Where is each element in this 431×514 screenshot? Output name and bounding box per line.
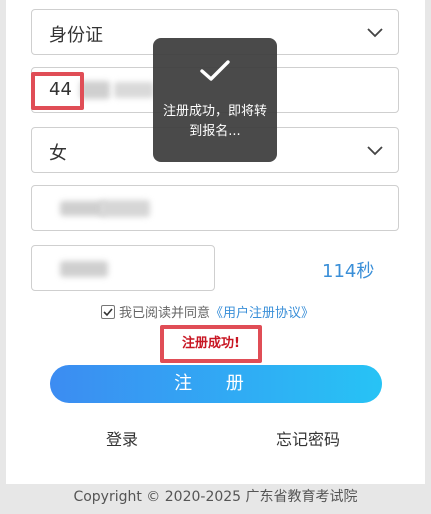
gender-value: 女 xyxy=(49,143,67,164)
id-type-value: 身份证 xyxy=(49,25,103,46)
agreement-checkbox[interactable] xyxy=(101,305,115,319)
success-toast: 注册成功，即将转到报名... xyxy=(153,38,277,162)
agreement-link[interactable]: 《用户注册协议》 xyxy=(210,306,314,321)
id-number-blurred xyxy=(80,81,110,99)
verification-code-input[interactable] xyxy=(31,245,215,291)
agreement-text: 我已阅读并同意 xyxy=(119,306,211,321)
id-number-blurred xyxy=(114,82,154,98)
checkmark-icon xyxy=(200,60,230,81)
checkmark-icon xyxy=(103,308,113,317)
forgot-password-link[interactable]: 忘记密码 xyxy=(276,426,340,450)
footer-copyright: Copyright © 2020-2025 广东省教育考试院 xyxy=(73,489,358,505)
chevron-down-icon xyxy=(367,146,383,156)
name-input[interactable] xyxy=(31,185,399,231)
chevron-down-icon xyxy=(367,28,383,38)
name-blurred xyxy=(60,201,105,216)
success-message: 注册成功! xyxy=(160,325,262,363)
agreement-row: 我已阅读并同意《用户注册协议》 xyxy=(101,302,314,321)
toast-message: 注册成功，即将转到报名... xyxy=(162,104,267,139)
page: 身份证 44 女 114秒 我已阅读并同意《用户注册协议》 注册成功! 注 册 … xyxy=(0,0,431,514)
resend-countdown[interactable]: 114秒 xyxy=(322,257,374,283)
name-blurred xyxy=(100,200,150,217)
id-prefix-highlight xyxy=(31,72,84,110)
code-blurred xyxy=(60,261,108,277)
login-link[interactable]: 登录 xyxy=(106,426,138,450)
register-button[interactable]: 注 册 xyxy=(50,365,382,403)
